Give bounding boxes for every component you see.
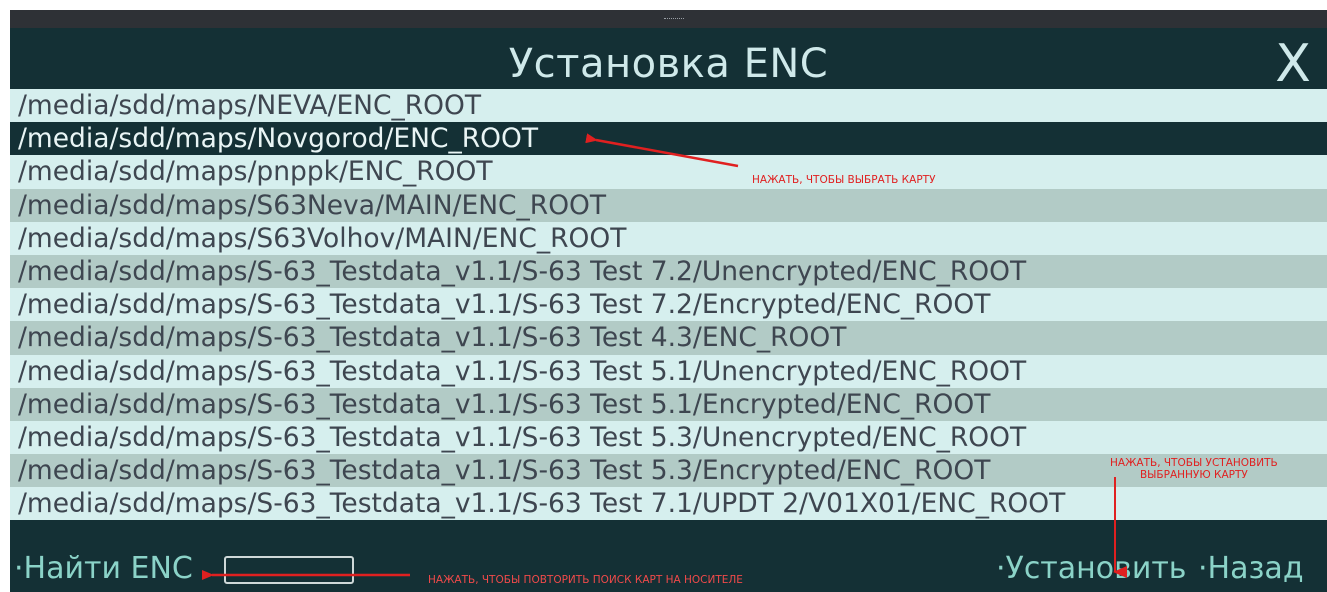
annotation-install-line2: ВЫБРАННУЮ КАРТУ [1139, 469, 1248, 481]
annotation-install-note: НАЖАТЬ, ЧТОБЫ УСТАНОВИТЬ ВЫБРАННУЮ КАРТУ [1110, 457, 1278, 481]
annotation-install-line1: НАЖАТЬ, ЧТОБЫ УСТАНОВИТЬ [1110, 457, 1278, 469]
select-arrow-icon [585, 133, 739, 168]
annotation-arrows [202, 133, 1127, 580]
annotation-find-note: НАЖАТЬ, ЧТОБЫ ПОВТОРИТЬ ПОИСК КАРТ НА НО… [428, 574, 743, 586]
annotation-select-note: НАЖАТЬ, ЧТОБЫ ВЫБРАТЬ КАРТУ [752, 174, 936, 186]
